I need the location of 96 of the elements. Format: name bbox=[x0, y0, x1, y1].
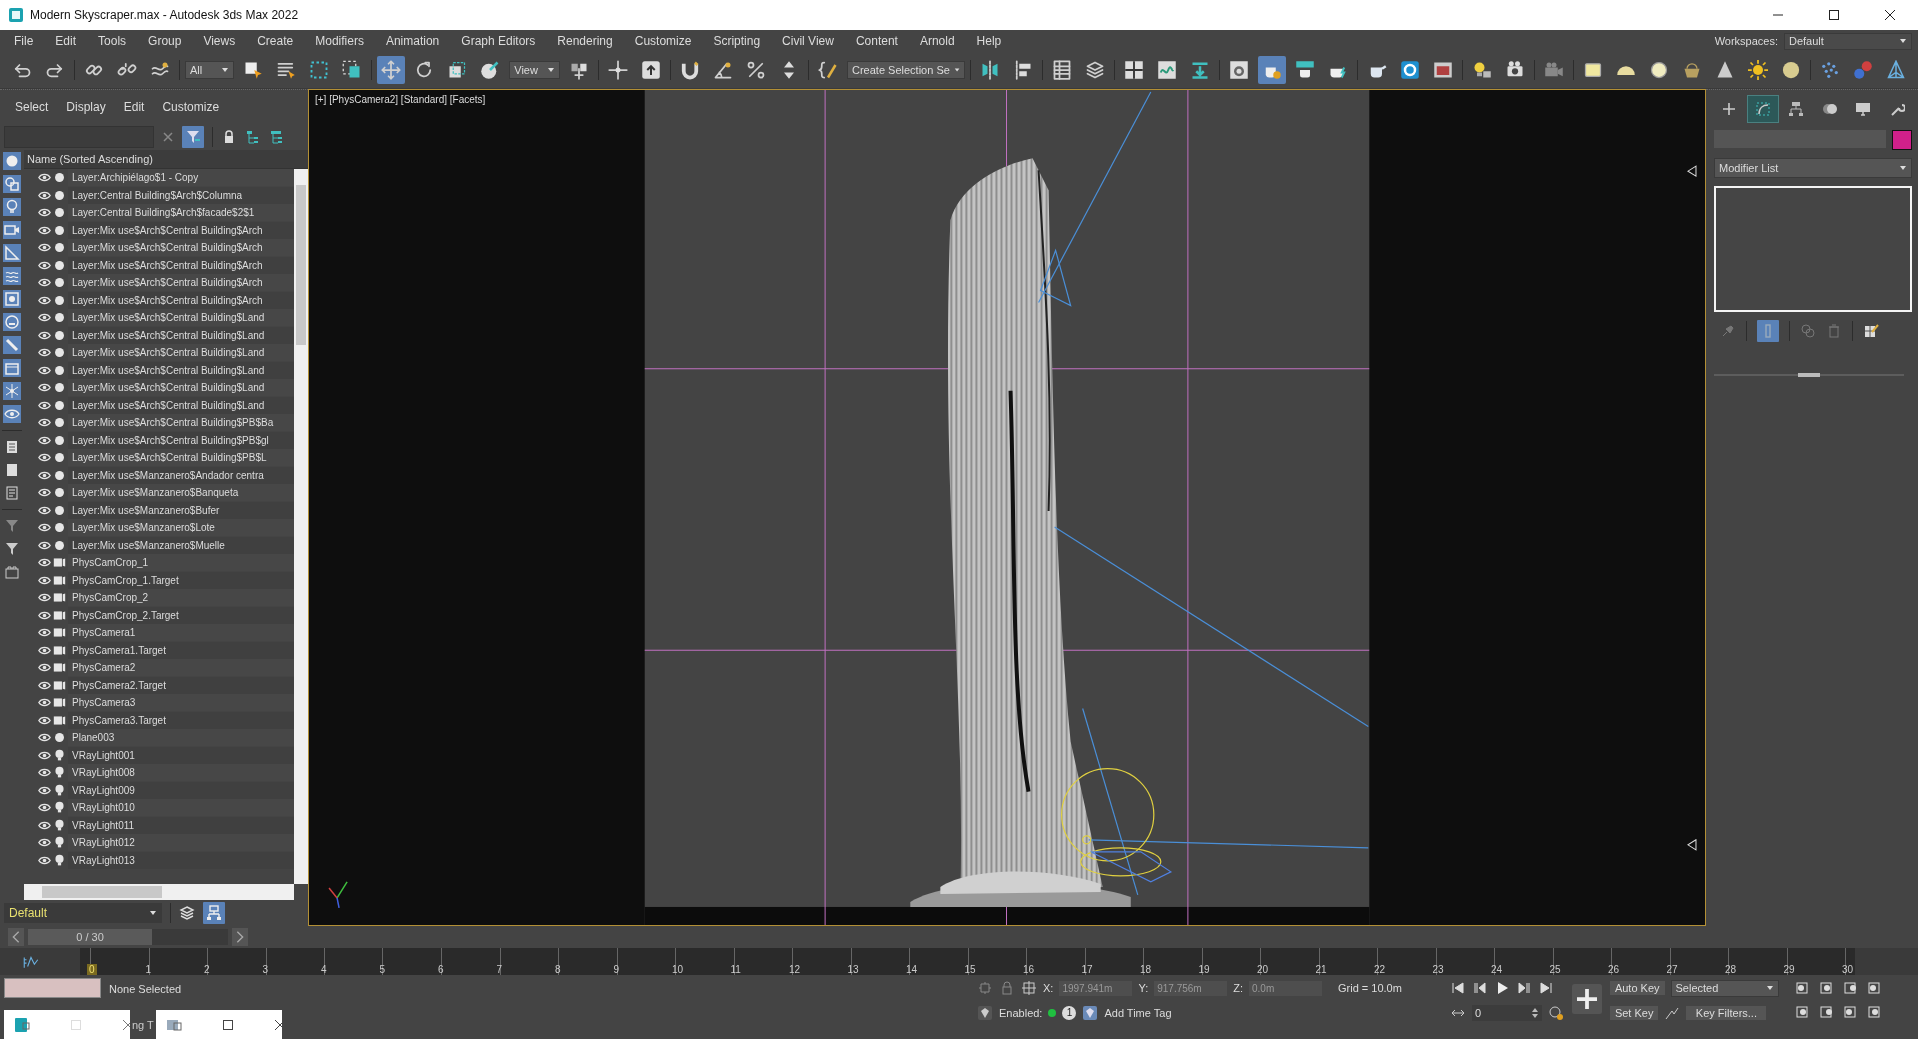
object-name[interactable]: Layer:Central Building$Arch$Columna bbox=[68, 186, 294, 204]
menu-item[interactable]: Modifiers bbox=[304, 34, 375, 48]
explorer-menu-item[interactable]: Customize bbox=[153, 100, 229, 114]
object-name[interactable]: Layer:Mix use$Arch$Central Building$Land bbox=[68, 326, 294, 344]
object-name[interactable]: Layer:Mix use$Arch$Central Building$Arch bbox=[68, 291, 294, 309]
selection-filter-dropdown[interactable]: All bbox=[185, 61, 235, 79]
frame-number: 6 bbox=[438, 964, 444, 975]
coord-label: Z: bbox=[1233, 982, 1243, 994]
reference-coordinate-dropdown[interactable]: View bbox=[509, 61, 560, 79]
object-name[interactable]: VRayLight009 bbox=[68, 781, 294, 799]
menu-item[interactable]: Edit bbox=[44, 34, 88, 48]
menu-item[interactable]: Create bbox=[246, 34, 305, 48]
object-name[interactable]: PhysCamera3.Target bbox=[68, 711, 294, 729]
menu-item[interactable]: Help bbox=[965, 34, 1013, 48]
frame-number: 23 bbox=[1432, 964, 1444, 975]
frame-number: 7 bbox=[496, 964, 503, 975]
frame-number: 1 bbox=[145, 964, 152, 975]
object-name[interactable]: Layer:Mix use$Arch$Central Building$Land bbox=[68, 361, 294, 379]
named-selection-dropdown[interactable]: Create Selection Se bbox=[847, 61, 965, 79]
frame-number: 13 bbox=[847, 964, 859, 975]
menu-item[interactable]: Views bbox=[192, 34, 247, 48]
object-name[interactable]: Layer:Mix use$Arch$Central Building$Arch bbox=[68, 221, 294, 239]
frame-number: 30 bbox=[1842, 964, 1854, 975]
explorer-menu-item[interactable]: Select bbox=[6, 100, 58, 114]
menu-item[interactable]: Scripting bbox=[702, 34, 772, 48]
key-filters-button[interactable]: Key Filters... bbox=[1686, 1006, 1767, 1020]
menu-item[interactable]: Group bbox=[137, 34, 193, 48]
selection-status: None Selected bbox=[109, 983, 182, 995]
timeline-track[interactable]: 0 1 2 3 4 5 6 7 8 9 10 11 12 13 14 15 16 17 18 19 20 21 22 23 24 25 26 27 28 29 30 bbox=[80, 948, 1855, 975]
menu-item[interactable]: File bbox=[0, 34, 45, 48]
key-mode-dropdown[interactable]: Selected bbox=[1670, 979, 1779, 997]
modifier-list-dropdown[interactable]: Modifier List bbox=[1714, 158, 1912, 178]
frame-number: 12 bbox=[789, 964, 801, 975]
frame-number: 29 bbox=[1783, 964, 1795, 975]
menu-item[interactable]: Arnold bbox=[908, 34, 966, 48]
frame-number: 5 bbox=[379, 964, 386, 975]
grid-size: Grid = 10.0m bbox=[1338, 982, 1402, 994]
frame-spinner[interactable]: 0 bbox=[1471, 1005, 1542, 1021]
menu-item[interactable]: Civil View bbox=[771, 34, 845, 48]
object-name[interactable]: Layer:Mix use$Arch$Central Building$PB$gl bbox=[68, 431, 294, 449]
window-title: Modern Skyscraper.max - Autodesk 3ds Max 2022 bbox=[30, 8, 300, 22]
object-name[interactable]: VRayLight011 bbox=[68, 816, 294, 834]
frame-number: 8 bbox=[555, 964, 561, 975]
frame-number: 18 bbox=[1140, 964, 1152, 975]
frame-number: 24 bbox=[1491, 964, 1503, 975]
frame-number: 21 bbox=[1315, 964, 1327, 975]
enabled-label: Enabled: bbox=[999, 1007, 1043, 1019]
object-name[interactable]: PhysCamera2.Target bbox=[68, 676, 294, 694]
auto-key-button[interactable]: Auto Key bbox=[1609, 981, 1665, 995]
explorer-menu-item[interactable]: Edit bbox=[114, 100, 154, 114]
object-name[interactable]: Layer:Mix use$Arch$Central Building$Arch bbox=[68, 256, 294, 274]
frame-number: 22 bbox=[1374, 964, 1386, 975]
set-key-button[interactable]: Set Key bbox=[1609, 1006, 1659, 1020]
frame-number: 3 bbox=[262, 964, 269, 975]
frame-number: 27 bbox=[1666, 964, 1678, 975]
frame-number: 26 bbox=[1608, 964, 1620, 975]
frame-number: 11 bbox=[730, 964, 741, 975]
frame-number: 15 bbox=[964, 964, 976, 975]
frame-number: 28 bbox=[1725, 964, 1737, 975]
frame-number: 0 bbox=[87, 964, 97, 975]
menu-item[interactable]: Tools bbox=[87, 34, 138, 48]
frame-number: 17 bbox=[1081, 964, 1093, 975]
object-name[interactable]: Layer:Mix use$Arch$Central Building$Land bbox=[68, 396, 294, 414]
frame-number: 19 bbox=[1198, 964, 1210, 975]
viewport-label[interactable]: [+] [PhysCamera2] [Standard] [Facets] bbox=[315, 94, 486, 105]
object-name[interactable]: Layer:Mix use$Manzanero$Andador centra bbox=[68, 466, 294, 484]
object-name[interactable]: Layer:Mix use$Manzanero$Muelle bbox=[68, 536, 294, 554]
workspaces-label: Workspaces: bbox=[1714, 35, 1778, 47]
frame-number: 9 bbox=[613, 964, 620, 975]
frame-number: 10 bbox=[672, 964, 684, 975]
object-name[interactable]: Layer:Mix use$Manzanero$Bufer bbox=[68, 501, 294, 519]
layer-dropdown[interactable]: Default bbox=[4, 903, 162, 923]
explorer-menu-item[interactable]: Display bbox=[57, 100, 115, 114]
time-slider-thumb[interactable]: 0 / 30 bbox=[28, 929, 152, 945]
frame-number: 2 bbox=[204, 964, 210, 975]
frame-number: 20 bbox=[1257, 964, 1269, 975]
menu-item[interactable]: Animation bbox=[374, 34, 451, 48]
object-name[interactable]: PhysCamCrop_2.Target bbox=[68, 606, 294, 624]
viewport[interactable]: [+] [PhysCamera2] [Standard] [Facets] bbox=[308, 89, 1706, 926]
add-time-tag-link[interactable]: Add Time Tag bbox=[1104, 1007, 1172, 1019]
frame-number: 14 bbox=[906, 964, 918, 975]
object-name[interactable]: VRayLight001 bbox=[68, 746, 294, 764]
workspace-dropdown[interactable]: Default bbox=[1784, 32, 1912, 50]
object-name[interactable]: PhysCamera1.Target bbox=[68, 641, 294, 659]
frame-number: 16 bbox=[1023, 964, 1035, 975]
coord-label: X: bbox=[1043, 982, 1054, 994]
frame-number: 4 bbox=[321, 964, 327, 975]
menu-item[interactable]: Customize bbox=[623, 34, 703, 48]
object-name[interactable]: VRayLight013 bbox=[68, 851, 294, 869]
frame-number: 25 bbox=[1549, 964, 1561, 975]
menu-item[interactable]: Content bbox=[844, 34, 909, 48]
count-badge: 1 bbox=[1062, 1006, 1077, 1020]
menu-item[interactable]: Graph Editors bbox=[450, 34, 547, 48]
object-name[interactable]: PhysCamCrop_1.Target bbox=[68, 571, 294, 589]
coord-label: Y: bbox=[1138, 982, 1149, 994]
menu-item[interactable]: Rendering bbox=[546, 34, 624, 48]
